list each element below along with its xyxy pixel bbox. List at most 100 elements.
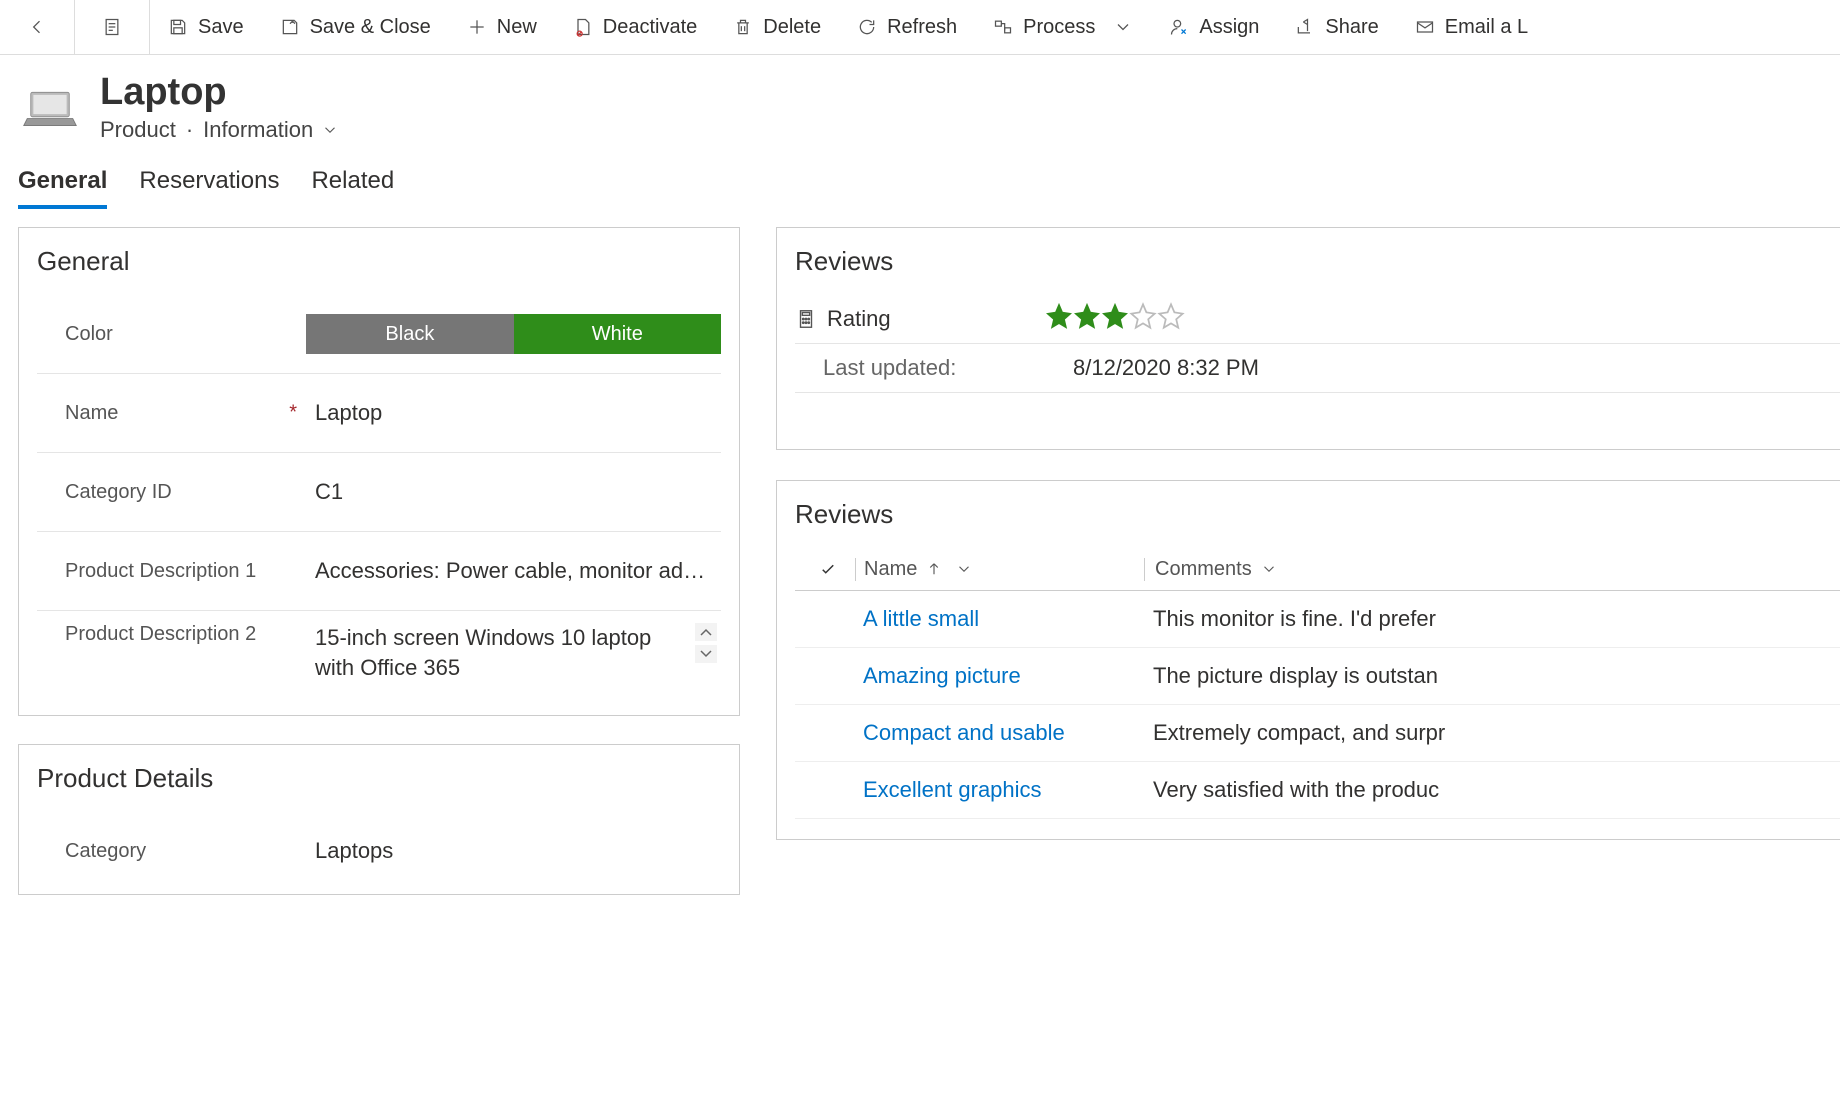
save-close-button[interactable]: Save & Close	[262, 0, 449, 54]
field-desc2: Product Description 2 15-inch screen Win…	[37, 611, 721, 695]
chevron-down-icon	[1113, 17, 1133, 37]
field-category-label: Category	[37, 840, 315, 863]
calculator-icon	[795, 308, 817, 330]
spinner-down-icon[interactable]	[695, 645, 717, 663]
color-option-black[interactable]: Black	[306, 314, 513, 354]
color-toggle: Black White	[306, 314, 721, 354]
star-empty-icon	[1129, 302, 1157, 330]
assign-button[interactable]: Assign	[1151, 0, 1277, 54]
refresh-icon	[857, 17, 877, 37]
field-desc1: Product Description 1 Accessories: Power…	[37, 532, 721, 611]
table-row[interactable]: Excellent graphicsVery satisfied with th…	[795, 762, 1840, 819]
rating-stars[interactable]	[1045, 302, 1185, 336]
last-updated-label: Last updated:	[823, 355, 956, 381]
spinner-up-icon[interactable]	[695, 623, 717, 641]
process-button[interactable]: Process	[975, 0, 1151, 54]
tabs: General Reservations Related	[0, 143, 1840, 209]
save-close-icon	[280, 17, 300, 37]
command-bar: Save Save & Close New Deactivate Delete …	[0, 0, 1840, 55]
share-button[interactable]: Share	[1277, 0, 1396, 54]
save-icon	[168, 17, 188, 37]
new-button[interactable]: New	[449, 0, 555, 54]
table-row[interactable]: Compact and usableExtremely compact, and…	[795, 705, 1840, 762]
section-reviews-summary: Reviews Rating Last updated: 8/12/2020 8…	[776, 227, 1840, 450]
section-reviews-grid: Reviews Name Comments A little smallThis…	[776, 480, 1840, 840]
row-name[interactable]: Amazing picture	[855, 663, 1143, 689]
section-general: General Color Black White Name Laptop Ca…	[18, 227, 740, 716]
row-name[interactable]: Compact and usable	[855, 720, 1143, 746]
deactivate-label: Deactivate	[603, 16, 698, 39]
assign-icon	[1169, 17, 1189, 37]
field-color: Color Black White	[37, 295, 721, 374]
check-icon	[819, 560, 837, 578]
tab-reservations[interactable]: Reservations	[139, 167, 279, 209]
last-updated-row: Last updated: 8/12/2020 8:32 PM	[795, 344, 1840, 393]
grid-select-all[interactable]	[819, 560, 855, 578]
section-product-details: Product Details Category Laptops	[18, 744, 740, 895]
grid-body: A little smallThis monitor is fine. I'd …	[795, 591, 1840, 819]
share-icon	[1295, 17, 1315, 37]
notes-icon[interactable]	[75, 0, 150, 54]
delete-button[interactable]: Delete	[715, 0, 839, 54]
chevron-down-icon	[955, 560, 973, 578]
desc2-spinner[interactable]	[695, 623, 717, 663]
star-full-icon	[1045, 302, 1073, 330]
tab-general[interactable]: General	[18, 167, 107, 209]
field-desc2-value[interactable]: 15-inch screen Windows 10 laptop with Of…	[315, 623, 695, 681]
table-row[interactable]: A little smallThis monitor is fine. I'd …	[795, 591, 1840, 648]
sort-asc-icon	[925, 560, 943, 578]
chevron-down-icon	[1260, 560, 1278, 578]
deactivate-icon	[573, 17, 593, 37]
email-link-button[interactable]: Email a L	[1397, 0, 1546, 54]
entity-type: Product	[100, 117, 176, 143]
new-label: New	[497, 16, 537, 39]
assign-label: Assign	[1199, 16, 1259, 39]
field-name: Name Laptop	[37, 374, 721, 453]
grid-col-name[interactable]: Name	[855, 558, 1144, 581]
last-updated-value: 8/12/2020 8:32 PM	[1073, 355, 1840, 381]
laptop-thumb-icon	[22, 85, 78, 131]
color-option-white[interactable]: White	[514, 314, 721, 354]
field-category-id-value[interactable]: C1	[315, 479, 721, 505]
record-header: Laptop Product · Information	[0, 55, 1840, 143]
save-close-label: Save & Close	[310, 16, 431, 39]
row-comments: Very satisfied with the produc	[1143, 777, 1840, 803]
field-name-value[interactable]: Laptop	[315, 400, 721, 426]
grid-col-name-label: Name	[864, 558, 917, 581]
star-full-icon	[1073, 302, 1101, 330]
field-desc1-value[interactable]: Accessories: Power cable, monitor adapte…	[315, 558, 721, 584]
section-reviews-grid-title: Reviews	[795, 499, 1840, 530]
form-name: Information	[203, 117, 313, 143]
refresh-label: Refresh	[887, 16, 957, 39]
table-row[interactable]: Amazing pictureThe picture display is ou…	[795, 648, 1840, 705]
rating-label-text: Rating	[827, 306, 891, 332]
row-comments: This monitor is fine. I'd prefer	[1143, 606, 1840, 632]
grid-col-comments[interactable]: Comments	[1144, 558, 1840, 581]
record-title: Laptop	[100, 73, 339, 111]
save-label: Save	[198, 16, 244, 39]
tab-related[interactable]: Related	[311, 167, 394, 209]
email-link-label: Email a L	[1445, 16, 1528, 39]
field-category-value[interactable]: Laptops	[315, 838, 721, 864]
process-label: Process	[1023, 16, 1095, 39]
row-name[interactable]: Excellent graphics	[855, 777, 1143, 803]
form-picker[interactable]: Information	[203, 117, 339, 143]
share-label: Share	[1325, 16, 1378, 39]
field-category: Category Laptops	[37, 812, 721, 890]
row-comments: The picture display is outstan	[1143, 663, 1840, 689]
refresh-button[interactable]: Refresh	[839, 0, 975, 54]
field-color-label: Color	[37, 323, 306, 346]
star-full-icon	[1101, 302, 1129, 330]
delete-label: Delete	[763, 16, 821, 39]
back-button[interactable]	[0, 0, 75, 54]
section-general-title: General	[37, 246, 721, 277]
save-button[interactable]: Save	[150, 0, 262, 54]
field-name-label: Name	[37, 402, 315, 425]
deactivate-button[interactable]: Deactivate	[555, 0, 716, 54]
plus-icon	[467, 17, 487, 37]
field-category-id: Category ID C1	[37, 453, 721, 532]
section-product-details-title: Product Details	[37, 763, 721, 794]
row-name[interactable]: A little small	[855, 606, 1143, 632]
section-reviews-summary-title: Reviews	[795, 246, 1840, 277]
star-empty-icon	[1157, 302, 1185, 330]
